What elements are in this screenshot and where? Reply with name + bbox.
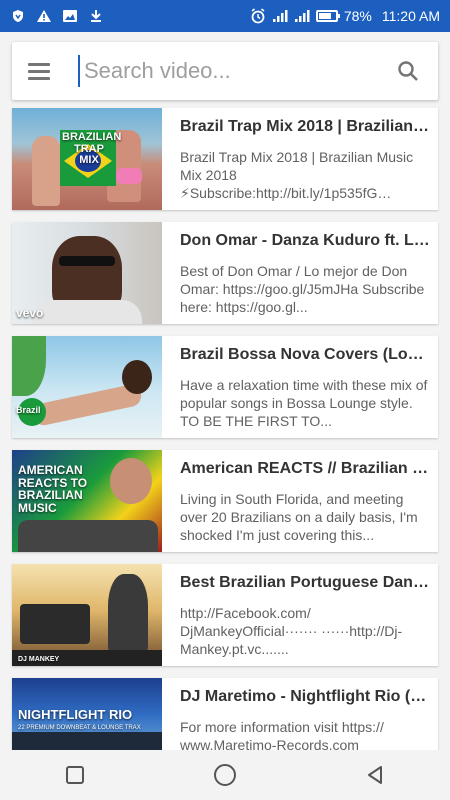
signal-icon-1 [272, 8, 288, 24]
video-description: Living in South Florida, and meeting ove… [180, 491, 418, 543]
thumbnail-text: AMERICAN REACTS TO BRAZILIAN MUSIC [18, 463, 88, 515]
video-item[interactable]: NIGHTFLIGHT RIO 22 PREMIUM DOWNBEAT & LO… [12, 678, 438, 758]
video-description: Best of Don Omar / Lo mejor de Don Omar:… [180, 263, 425, 315]
download-icon [88, 8, 104, 24]
video-item[interactable]: Brazil Brazil Bossa Nova Covers (Lounge … [12, 336, 438, 438]
search-icon[interactable] [394, 57, 422, 85]
video-item[interactable]: AMERICAN REACTS TO BRAZILIAN MUSIC Ameri… [12, 450, 438, 552]
thumbnail-text: NIGHTFLIGHT RIO [18, 707, 133, 722]
video-item[interactable]: vevo Don Omar - Danza Kuduro ft. Lucenzo… [12, 222, 438, 324]
video-list: BRAZILIAN TRAP MIX Brazil Trap Mix 2018 … [12, 108, 438, 770]
video-item[interactable]: BRAZILIAN TRAP MIX Brazil Trap Mix 2018 … [12, 108, 438, 210]
signal-icon-2 [294, 8, 310, 24]
video-thumbnail: DJ MANKEY [12, 564, 162, 666]
video-description: For more information visit https:// www.… [180, 719, 384, 753]
video-description: Have a relaxation time with these mix of… [180, 377, 428, 429]
video-title: Don Omar - Danza Kuduro ft. Lucenzo [180, 232, 430, 249]
video-description: http://Facebook.com/ DjMankeyOfficial···… [180, 605, 403, 657]
video-title: Brazil Bossa Nova Covers (Lounge Music) [180, 346, 430, 363]
video-thumbnail: AMERICAN REACTS TO BRAZILIAN MUSIC [12, 450, 162, 552]
battery-icon [315, 10, 340, 22]
thumbnail-text: Brazil [16, 405, 41, 415]
video-thumbnail: BRAZILIAN TRAP MIX [12, 108, 162, 210]
video-title: American REACTS // Brazilian Music [180, 460, 430, 477]
vevo-logo: vevo [16, 306, 44, 321]
video-thumbnail: vevo [12, 222, 162, 324]
menu-icon[interactable] [28, 57, 56, 85]
back-button[interactable] [355, 755, 395, 795]
video-item[interactable]: DJ MANKEY Best Brazilian Portuguese Danc… [12, 564, 438, 666]
video-thumbnail: NIGHTFLIGHT RIO 22 PREMIUM DOWNBEAT & LO… [12, 678, 162, 758]
thumbnail-text: BRAZILIAN TRAP MIX [62, 131, 122, 167]
video-description: Brazil Trap Mix 2018 | Brazilian Music M… [180, 149, 414, 201]
alarm-icon [250, 8, 266, 24]
search-input[interactable] [78, 55, 394, 87]
navigation-bar [0, 750, 450, 800]
thumbnail-subtext: 22 PREMIUM DOWNBEAT & LOUNGE TRAX [18, 725, 141, 731]
battery-percent: 78% [343, 8, 372, 24]
search-bar [12, 42, 438, 100]
warning-icon [36, 8, 52, 24]
video-title: DJ Maretimo - Nightflight Rio (Full Albu… [180, 688, 430, 705]
video-thumbnail: Brazil [12, 336, 162, 438]
home-button[interactable] [205, 755, 245, 795]
clock: 11:20 AM [381, 8, 440, 24]
video-title: Brazil Trap Mix 2018 | Brazilian Music M… [180, 118, 430, 135]
thumbnail-text: DJ MANKEY [18, 655, 60, 663]
image-icon [62, 8, 78, 24]
status-bar: 78% 11:20 AM [0, 0, 450, 32]
video-title: Best Brazilian Portuguese Dance Music [180, 574, 430, 591]
shield-icon [10, 8, 26, 24]
recents-button[interactable] [55, 755, 95, 795]
